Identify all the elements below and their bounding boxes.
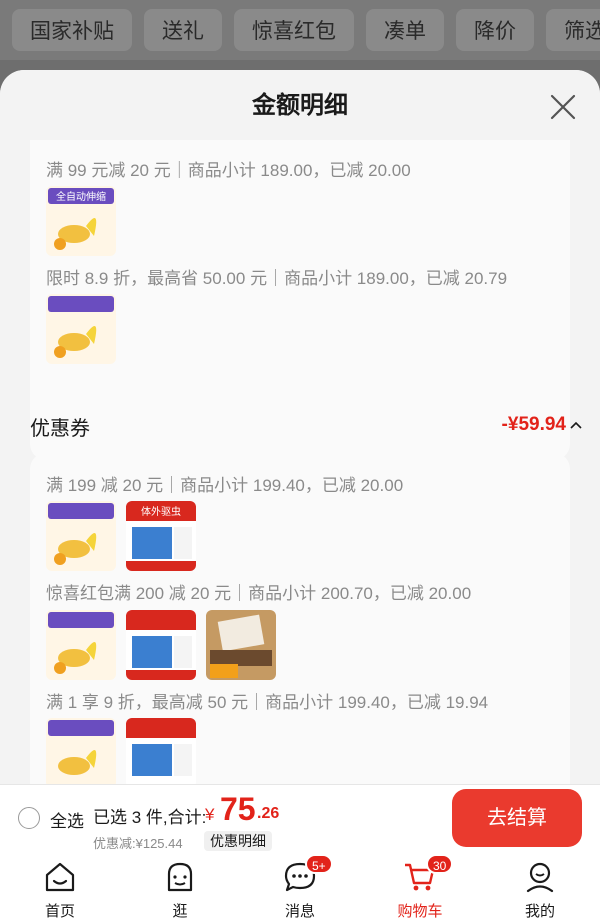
checkout-bar: 全选 已选 3 件,合计: ¥ 75 .26 优惠减:¥125.44 优惠明细 … <box>0 784 600 852</box>
filter-chip-national-subsidy[interactable]: 国家补贴 <box>12 9 132 51</box>
product-thumbnail-toy[interactable] <box>46 501 116 571</box>
tab-messages[interactable]: 5+ 消息 <box>240 852 360 924</box>
coupon-section-amount[interactable]: -¥59.94 <box>502 414 566 436</box>
filter-chip-price-drop[interactable]: 降价 <box>456 9 534 51</box>
discount-detail-button[interactable]: 优惠明细 <box>204 831 272 851</box>
product-thumbnail-toy[interactable] <box>46 610 116 680</box>
toy-product-image: 全自动伸缩 <box>46 186 116 256</box>
promotion-card: 满 99 元减 20 元｜商品小计 189.00，已减 20.00 全自动伸缩 … <box>30 140 570 460</box>
select-all-radio[interactable] <box>18 807 40 829</box>
chevron-up-icon[interactable] <box>570 420 582 430</box>
tab-label: 消息 <box>284 903 315 920</box>
product-thumbnail-toy[interactable] <box>46 294 116 364</box>
coupon-rule: 惊喜红包满 200 减 20 元｜商品小计 200.70，已减 20.00 <box>46 584 472 603</box>
product-thumbnail-flea[interactable] <box>126 718 196 784</box>
toy-product-image <box>46 718 116 784</box>
filter-bar: 国家补贴 送礼 惊喜红包 凑单 降价 筛选 <box>0 0 600 60</box>
coupon-rule: 满 199 减 20 元｜商品小计 199.40，已减 20.00 <box>46 476 404 495</box>
sheet-title: 金额明细 <box>0 70 600 142</box>
filter-chip-bundle[interactable]: 凑单 <box>366 9 444 51</box>
filter-chip-filter[interactable]: 筛选 <box>546 9 600 51</box>
filter-chip-gift[interactable]: 送礼 <box>144 9 222 51</box>
toy-product-image <box>46 294 116 364</box>
tab-home[interactable]: 首页 <box>0 852 120 924</box>
coupon-rule: 满 1 享 9 折，最高减 50 元｜商品小计 199.40，已减 19.94 <box>46 693 489 712</box>
discount-amount-text: 优惠减:¥125.44 <box>93 836 183 851</box>
amount-detail-sheet: 金额明细 满 99 元减 20 元｜商品小计 189.00，已减 20.00 全… <box>0 70 600 784</box>
product-thumbnail-brown[interactable] <box>206 610 276 680</box>
flea-product-image: 体外驱虫 <box>126 501 196 571</box>
total-price-decimal: .26 <box>257 805 280 822</box>
tab-label: 首页 <box>44 903 75 920</box>
tab-label: 逛 <box>172 903 188 920</box>
tab-label: 购物车 <box>397 903 443 920</box>
home-icon <box>45 862 75 892</box>
toy-title-text: 全自动伸缩 <box>56 190 106 203</box>
flea-title-text: 体外驱虫 <box>141 506 181 518</box>
message-badge: 5+ <box>305 854 333 874</box>
select-all-label[interactable]: 全选 <box>50 807 84 832</box>
toy-product-image <box>46 501 116 571</box>
promotion-rule: 限时 8.9 折，最高省 50.00 元｜商品小计 189.00，已减 20.7… <box>46 269 508 288</box>
checkout-button[interactable]: 去结算 <box>452 789 582 847</box>
total-price-integer: 75 <box>220 791 256 827</box>
brown-product-image <box>206 610 276 680</box>
promotion-rule: 满 99 元减 20 元｜商品小计 189.00，已减 20.00 <box>46 161 411 180</box>
toy-product-image <box>46 610 116 680</box>
tab-cart[interactable]: 30 购物车 <box>360 852 480 924</box>
product-thumbnail-flea[interactable]: 体外驱虫 <box>126 501 196 571</box>
tab-label: 我的 <box>524 903 555 920</box>
bottom-tab-bar: 首页 逛 5+ 消息 30 购物车 我的 <box>0 852 600 924</box>
product-thumbnail-flea[interactable] <box>126 610 196 680</box>
product-thumbnail-toy[interactable]: 全自动伸缩 <box>46 186 116 256</box>
flea-product-image <box>126 718 196 784</box>
cart-badge: 30 <box>426 854 454 874</box>
tab-profile[interactable]: 我的 <box>480 852 600 924</box>
product-thumbnail-toy[interactable] <box>46 718 116 784</box>
filter-chip-surprise-redpacket[interactable]: 惊喜红包 <box>234 9 354 51</box>
flea-product-image <box>126 610 196 680</box>
stroll-icon <box>167 862 193 892</box>
close-icon[interactable] <box>550 94 576 120</box>
tab-stroll[interactable]: 逛 <box>120 852 240 924</box>
coupon-section-label: 优惠券 <box>30 418 90 440</box>
currency-symbol: ¥ <box>205 805 215 824</box>
profile-icon <box>526 862 554 893</box>
selected-count-text: 已选 3 件,合计: <box>93 808 207 827</box>
coupon-card: 满 199 减 20 元｜商品小计 199.40，已减 20.00 体外驱虫 惊… <box>30 453 570 784</box>
